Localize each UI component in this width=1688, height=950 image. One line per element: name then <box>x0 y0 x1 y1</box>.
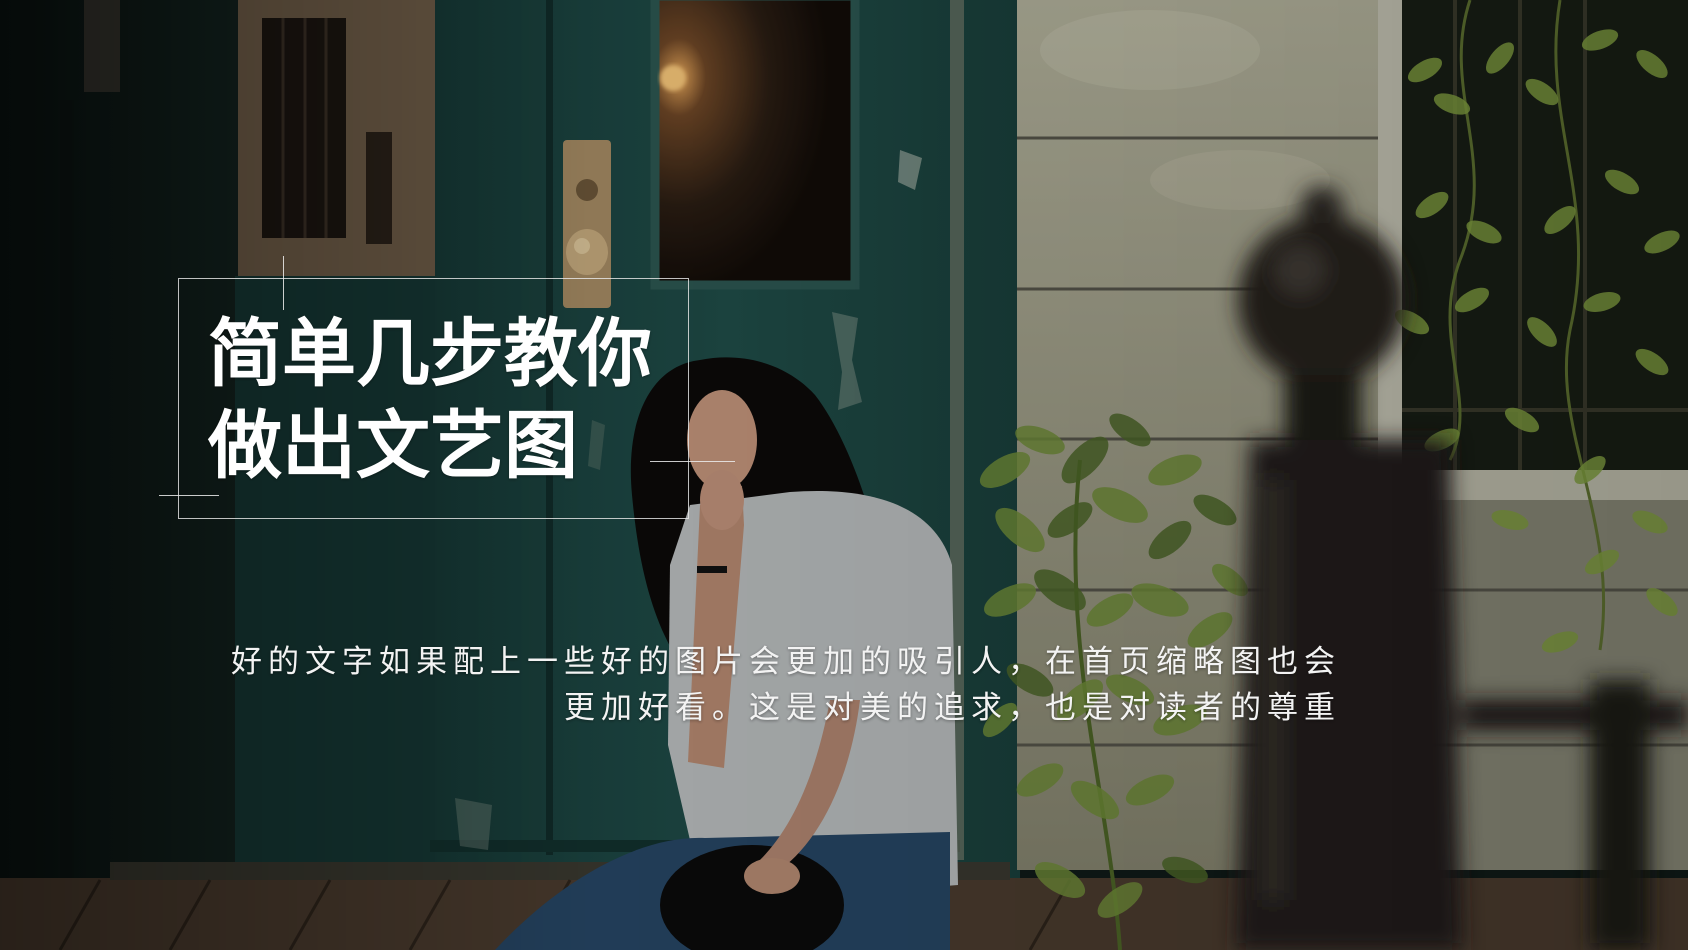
slide-title: 简单几步教你 做出文艺图 <box>208 309 652 493</box>
subtitle-line-1: 好的文字如果配上一些好的图片会更加的吸引人，在首页缩略图也会 <box>231 644 1341 679</box>
decor-line-left <box>159 495 219 496</box>
slide-subtitle: 好的文字如果配上一些好的图片会更加的吸引人，在首页缩略图也会 更加好看。这是对美… <box>231 639 1341 731</box>
title-line-1: 简单几步教你 <box>208 314 652 396</box>
cover-slide: 简单几步教你 做出文艺图 好的文字如果配上一些好的图片会更加的吸引人，在首页缩略… <box>0 0 1688 950</box>
subtitle-line-2: 更加好看。这是对美的追求，也是对读者的尊重 <box>564 690 1341 725</box>
decor-line-right <box>650 461 735 462</box>
title-line-2: 做出文艺图 <box>208 406 578 488</box>
decor-line-vertical <box>283 256 284 310</box>
